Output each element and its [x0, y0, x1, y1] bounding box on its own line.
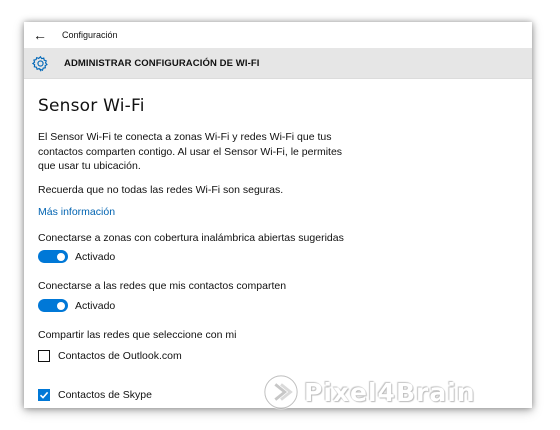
toggle-state-label: Activado [75, 299, 116, 312]
back-arrow-icon: ← [33, 27, 47, 43]
contact-networks-toggle[interactable] [38, 299, 68, 312]
app-title: Configuración [62, 30, 118, 40]
open-hotspots-toggle-row: Activado [38, 250, 115, 263]
contact-networks-toggle-row: Activado [38, 299, 115, 312]
back-button[interactable]: ← [24, 22, 56, 48]
skype-contacts-checkbox[interactable] [38, 389, 50, 401]
toggle-state-label: Activado [75, 250, 116, 263]
toggle-knob [57, 301, 65, 310]
more-info-link[interactable]: Más información [38, 206, 115, 218]
open-hotspots-toggle[interactable] [38, 250, 68, 263]
skype-contacts-row: Contactos de Skype [38, 389, 152, 401]
skype-contacts-label: Contactos de Skype [58, 389, 152, 401]
checkmark-icon [39, 391, 49, 399]
section-title: Sensor Wi-Fi [38, 96, 145, 116]
contact-networks-label: Conectarse a las redes que mis contactos… [38, 280, 287, 292]
share-networks-label: Compartir las redes que seleccione con m… [38, 329, 237, 341]
outlook-contacts-row: Contactos de Outlook.com [38, 350, 182, 362]
watermark: Pixel4Brain [262, 370, 476, 414]
gear-icon [24, 55, 56, 72]
page-title: ADMINISTRAR CONFIGURACIÓN DE WI-FI [64, 57, 260, 69]
watermark-logo-icon [263, 374, 299, 410]
watermark-text: Pixel4Brain [304, 377, 476, 407]
settings-window: ← Configuración ADMINISTRAR CONFIGURACIÓ… [24, 22, 532, 408]
toggle-knob [57, 252, 65, 261]
title-bar: ← Configuración [24, 22, 532, 48]
section-description: El Sensor Wi-Fi te conecta a zonas Wi-Fi… [38, 131, 343, 172]
security-warning: Recuerda que no todas las redes Wi-Fi so… [38, 184, 284, 196]
outlook-contacts-checkbox[interactable] [38, 350, 50, 362]
outlook-contacts-label: Contactos de Outlook.com [58, 350, 182, 362]
open-hotspots-label: Conectarse a zonas con cobertura inalámb… [38, 232, 344, 244]
page-header: ADMINISTRAR CONFIGURACIÓN DE WI-FI [24, 48, 532, 79]
